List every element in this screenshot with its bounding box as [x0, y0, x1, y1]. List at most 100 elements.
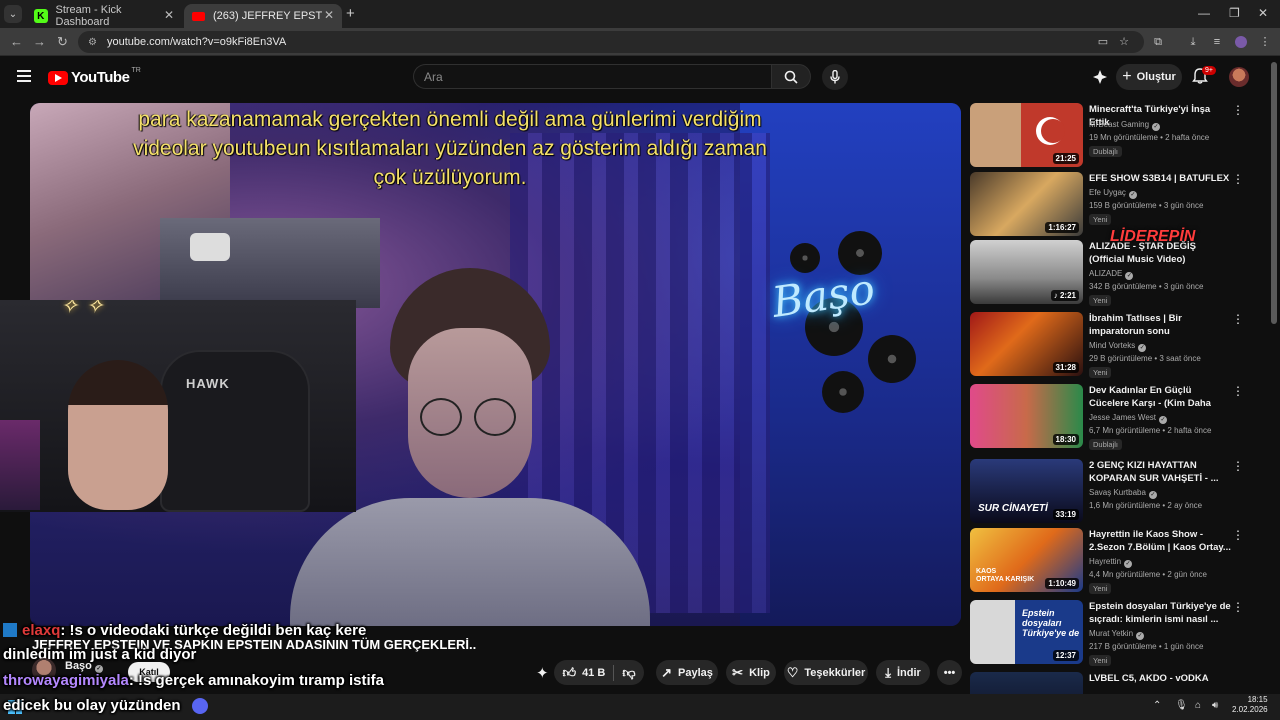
volume-icon[interactable]: 🔊︎: [1212, 700, 1218, 711]
chat-message: edicek bu olay yüzünden: [3, 697, 181, 714]
menu-icon[interactable]: [17, 70, 31, 82]
verified-icon: ✓: [1158, 416, 1167, 424]
like-count[interactable]: 41 B: [582, 667, 605, 679]
thumbs-down-icon[interactable]: 👎︎: [622, 665, 635, 681]
thumbnail[interactable]: SUR CİNAYETİ 33:19: [970, 459, 1083, 523]
video-title[interactable]: 2 GENÇ KIZI HAYATTAN KOPARAN SUR VAHŞETİ…: [1089, 459, 1231, 485]
network-icon[interactable]: ⌂: [1195, 700, 1201, 711]
search-input[interactable]: Ara: [413, 64, 771, 89]
clip-button[interactable]: ✂ Klip: [726, 660, 776, 685]
channel-name[interactable]: ALIZADE ✓: [1089, 269, 1134, 280]
windows-taskbar: [0, 694, 1280, 720]
more-options-icon[interactable]: ⋮: [1232, 600, 1244, 614]
recommendation-item[interactable]: ♪ 2:21 ALIZADE - ŞTAR DEĞİŞ (Official Mu…: [970, 240, 1250, 306]
tab-search-button[interactable]: ⌄: [4, 5, 22, 23]
thumbnail[interactable]: 18:30: [970, 384, 1083, 448]
video-title[interactable]: Hayrettin ile Kaos Show - 2.Sezon 7.Bölü…: [1089, 528, 1231, 554]
url-text: youtube.com/watch?v=o9kFi8En3VA: [106, 36, 287, 48]
reading-list-icon[interactable]: ≡: [1211, 36, 1223, 48]
cast-icon[interactable]: ▭: [1097, 36, 1109, 48]
site-info-icon[interactable]: ⚙: [88, 37, 97, 48]
more-options-icon[interactable]: ⋮: [1232, 459, 1244, 473]
avatar[interactable]: [1229, 67, 1249, 87]
recommendation-item[interactable]: 1:16:27 EFE SHOW S3B14 | BATUFLEX Efe Uy…: [970, 172, 1250, 236]
video-title[interactable]: Epstein dosyaları Türkiye'ye de sıçradı:…: [1089, 600, 1231, 626]
thumbnail[interactable]: Epstein dosyaları Türkiye'ye de 12:37: [970, 600, 1083, 664]
duration-badge: 21:25: [1052, 153, 1079, 164]
recommendation-item[interactable]: KAOS ORTAYA KARIŞIK 1:10:49 Hayrettin ile…: [970, 528, 1250, 594]
channel-name[interactable]: MrBeast Gaming ✓: [1089, 120, 1161, 131]
create-button[interactable]: + Oluştur: [1116, 64, 1182, 90]
forward-icon[interactable]: →: [33, 34, 46, 49]
recommendation-item[interactable]: LVBEL C5, AKDO - vODKA: [970, 672, 1250, 694]
more-options-icon[interactable]: ⋮: [1232, 312, 1244, 326]
download-icon[interactable]: ⤓: [1187, 36, 1199, 48]
chair-brand: HAWK: [186, 376, 230, 391]
thumbnail[interactable]: 21:25: [970, 103, 1083, 167]
tab-kick-dashboard[interactable]: K Stream - Kick Dashboard ✕: [26, 4, 182, 28]
recommendation-item[interactable]: Epstein dosyaları Türkiye'ye de 12:37 Epst…: [970, 600, 1250, 666]
like-dislike-group: 👍︎ 41 B 👎︎: [554, 660, 644, 685]
ask-ai-icon[interactable]: ✦: [536, 664, 549, 682]
more-menu-icon[interactable]: ⋮: [1259, 36, 1271, 48]
channel-name[interactable]: Murat Yetkin ✓: [1089, 629, 1145, 640]
sparkle-icon[interactable]: [1093, 70, 1107, 89]
more-options-icon[interactable]: ⋮: [1232, 172, 1244, 186]
recommendation-item[interactable]: 21:25 Minecraft'ta Türkiye'yi İnşa Ettik…: [970, 103, 1250, 167]
download-button[interactable]: ⤓ İndir: [876, 660, 930, 685]
bookmark-star-icon[interactable]: ☆: [1118, 36, 1130, 48]
tray-chevron-icon[interactable]: ⌃: [1153, 700, 1161, 711]
discord-icon[interactable]: [192, 698, 208, 714]
system-clock[interactable]: 18:15 2.02.2026: [1232, 695, 1268, 715]
recommendation-item[interactable]: 18:30 Dev Kadınlar En Güçlü Cücelere Kar…: [970, 384, 1250, 450]
channel-name[interactable]: Jesse James West ✓: [1089, 413, 1167, 424]
share-button[interactable]: ↗ Paylaş: [656, 660, 718, 685]
new-tab-button[interactable]: +: [346, 5, 355, 22]
video-title[interactable]: EFE SHOW S3B14 | BATUFLEX: [1089, 172, 1231, 185]
window-close-icon[interactable]: ✕: [1258, 6, 1268, 20]
profile-icon[interactable]: [1235, 36, 1247, 48]
thumbs-up-icon[interactable]: 👍︎: [562, 665, 576, 681]
vinyl-decor: [868, 335, 916, 383]
restore-icon[interactable]: ❐: [1229, 6, 1240, 20]
close-icon[interactable]: ✕: [324, 8, 334, 22]
extensions-icon[interactable]: ⧉: [1152, 36, 1164, 48]
address-bar[interactable]: ⚙ youtube.com/watch?v=o9kFi8En3VA: [78, 31, 1144, 53]
voice-search-button[interactable]: [822, 64, 848, 90]
video-meta: 342 B görüntüleme • 3 gün önce: [1089, 282, 1204, 291]
tab-youtube-video[interactable]: (263) JEFFREY EPSTEIN VE SAPK ✕: [184, 4, 342, 28]
channel-name[interactable]: Mind Vorteks ✓: [1089, 341, 1147, 352]
silver-play-button-award: [190, 233, 230, 261]
thumbnail[interactable]: 31:28: [970, 312, 1083, 376]
microphone-tray-icon[interactable]: 🎙︎: [1175, 700, 1188, 711]
more-actions-button[interactable]: •••: [937, 660, 962, 685]
channel-name[interactable]: Hayrettin ✓: [1089, 557, 1133, 568]
scrollbar[interactable]: [1271, 62, 1277, 324]
video-title[interactable]: Dev Kadınlar En Güçlü Cücelere Karşı - (…: [1089, 384, 1231, 411]
more-options-icon[interactable]: ⋮: [1232, 103, 1244, 117]
thanks-button[interactable]: ♡ Teşekkürler: [784, 660, 868, 685]
close-icon[interactable]: ✕: [164, 8, 174, 22]
search-button[interactable]: [771, 64, 811, 89]
more-options-icon[interactable]: ⋮: [1232, 528, 1244, 542]
duration-badge: 18:30: [1052, 434, 1079, 445]
recommendation-item[interactable]: 31:28 İbrahim Tatlıses | Bir imparatorun…: [970, 312, 1250, 378]
video-title[interactable]: İbrahim Tatlıses | Bir imparatorun sonu: [1089, 312, 1231, 338]
channel-name[interactable]: Savaş Kurtbaba ✓: [1089, 488, 1157, 499]
thumbnail[interactable]: KAOS ORTAYA KARIŞIK 1:10:49: [970, 528, 1083, 592]
verified-icon: ✓: [1136, 632, 1145, 640]
chat-message: throwayagimiyala: !s gerçek amınakoyim t…: [3, 672, 384, 689]
video-meta: 6,7 Mn görüntüleme • 2 hafta önce: [1089, 426, 1212, 435]
minimize-icon[interactable]: —: [1198, 6, 1210, 20]
download-arrow-icon: ⤓: [885, 664, 891, 680]
thumbnail[interactable]: 1:16:27: [970, 172, 1083, 236]
channel-name[interactable]: Efe Uygaç ✓: [1089, 188, 1137, 199]
youtube-logo[interactable]: YouTube TR: [48, 67, 141, 86]
thumbnail[interactable]: [970, 672, 1083, 694]
more-options-icon[interactable]: ⋮: [1232, 384, 1244, 398]
reload-icon[interactable]: ↻: [57, 34, 68, 50]
thumbnail[interactable]: ♪ 2:21: [970, 240, 1083, 304]
video-title[interactable]: LVBEL C5, AKDO - vODKA: [1089, 672, 1231, 685]
recommendation-item[interactable]: SUR CİNAYETİ 33:19 2 GENÇ KIZI HAYATTAN …: [970, 459, 1250, 523]
back-icon[interactable]: ←: [10, 34, 23, 49]
